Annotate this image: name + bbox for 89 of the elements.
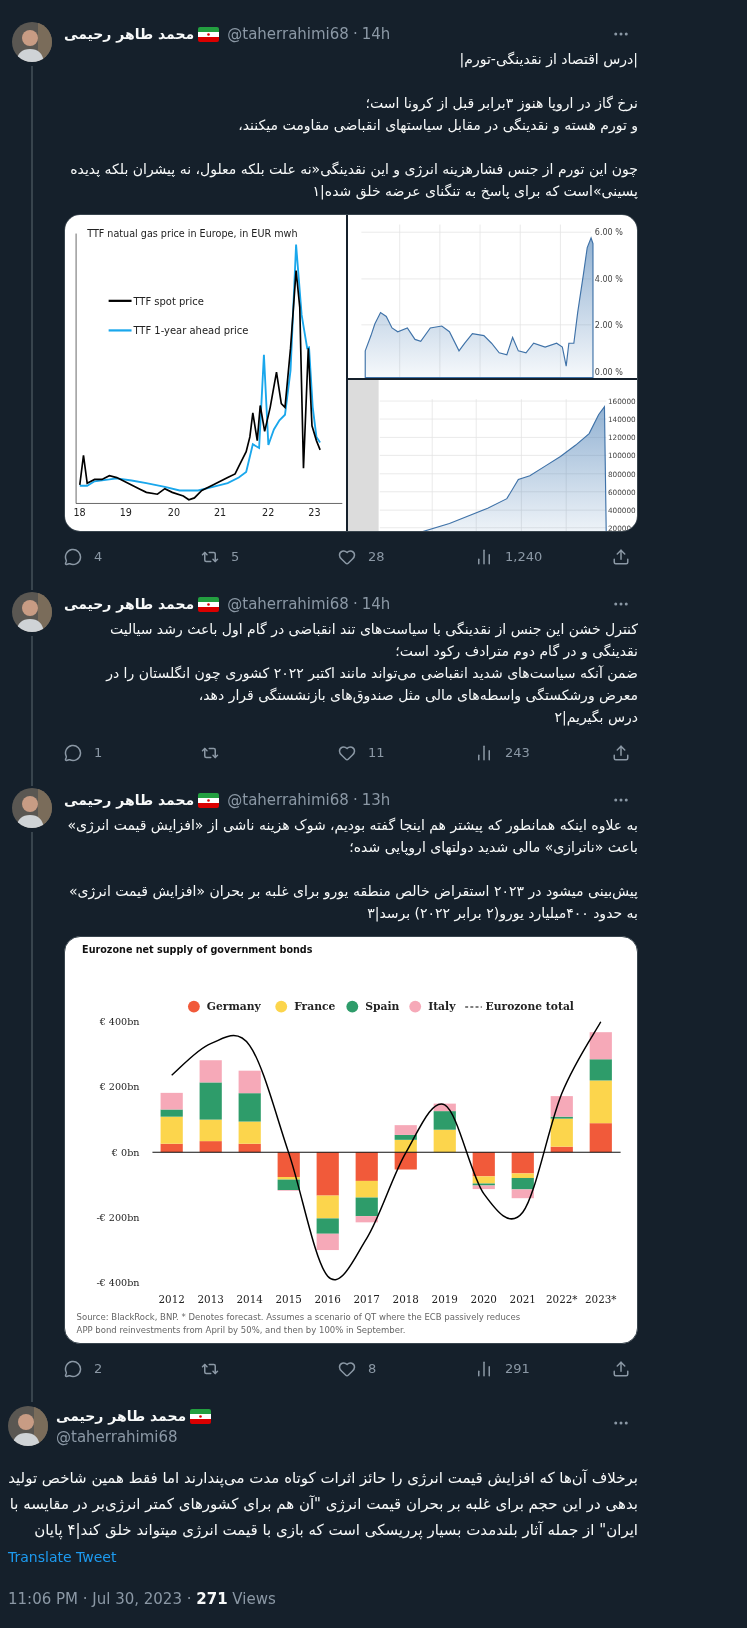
chart-title: Eurozone net supply of government bonds — [82, 943, 313, 955]
share-icon[interactable] — [612, 1360, 630, 1378]
source-note: Source: BlackRock, BNP. * Denotes forecast. Assumes a scenario of QT where the ECB passively reduces APP bond reinvestments from April by 50%, and then by 100% in September. — [76, 1312, 521, 1335]
views-icon[interactable] — [475, 744, 493, 762]
like-icon[interactable] — [338, 744, 356, 762]
tweet-time[interactable]: 13h — [361, 788, 391, 812]
legend-label: TTF 1-year ahead price — [133, 325, 249, 337]
bar — [511, 1189, 534, 1199]
legend-label: Germany — [206, 1000, 261, 1014]
flag-icon — [198, 792, 220, 808]
separator-dot: · — [352, 593, 358, 615]
like-icon[interactable] — [338, 548, 356, 566]
like-icon[interactable] — [338, 1360, 356, 1378]
author-name[interactable]: محمد طاهر رحیمی — [56, 1405, 187, 1427]
flag-icon — [190, 1408, 212, 1424]
legend-label: Italy — [428, 1000, 456, 1014]
separator-dot: · — [352, 789, 358, 811]
tweet-timestamp: 11:06 PM · Jul 30, 2023 · 271 Views — [8, 1588, 277, 1610]
author-handle[interactable]: @taherrahimi68 — [56, 1426, 212, 1449]
share-icon[interactable] — [612, 744, 630, 762]
legend-label: Eurozone total — [485, 1000, 574, 1014]
author-name[interactable]: محمد طاهر رحیمی — [64, 789, 195, 811]
axis-label: -€ 400bn — [96, 1277, 140, 1288]
bar — [238, 1093, 261, 1122]
legend-label: France — [294, 1000, 336, 1014]
views-icon[interactable] — [475, 1360, 493, 1378]
avatar[interactable] — [12, 22, 52, 62]
translate-link[interactable]: Translate Tweet — [8, 1546, 117, 1568]
axis-label: 2015 — [275, 1293, 302, 1306]
legend-label: TTF spot price — [133, 295, 204, 307]
author-name[interactable]: محمد طاهر رحیمی — [64, 23, 195, 45]
reply-icon[interactable] — [64, 1360, 82, 1378]
like-count: 11 — [368, 744, 385, 763]
axis-label: 2013 — [197, 1293, 224, 1306]
axis-label: € 200bn — [99, 1081, 140, 1093]
axis-label: 2014 — [236, 1293, 263, 1306]
view-count: 1,240 — [505, 548, 543, 567]
author-handle[interactable]: @taherrahimi68 — [227, 788, 349, 812]
view-count: 291 — [505, 1360, 530, 1379]
bar — [433, 1129, 456, 1153]
tweet-text: کنترل خشن این جنس از نقدینگی با سیاست‌های تند انقباضی در گام اول باعث رشد سیالیت نقدینگی و در گام دوم مترادف رکود است؛ ضمن آنکه سیاست‌های شدید انقباضی می‌تواند مانند اکتبر ۲۰۲۲ کشوری چون انگلستان را در معرض ورشکستگی واسطه‌های مالی مثل صندوق‌های بازنشستگی قرار دهد، درس بگیریم|۲ — [104, 620, 638, 728]
reply-icon[interactable] — [64, 548, 82, 566]
separator-dot: · — [352, 23, 358, 45]
axis-label: 2023* — [585, 1293, 617, 1306]
reply-count: 2 — [94, 1360, 103, 1379]
axis-label: 2012 — [158, 1293, 185, 1306]
axis-label: 2020 — [470, 1293, 497, 1306]
tweet-time[interactable]: 14h — [361, 592, 391, 616]
views-icon[interactable] — [475, 548, 493, 566]
axis-label: 2017 — [353, 1293, 380, 1306]
axis-label: -€ 200bn — [96, 1211, 140, 1223]
axis-label: 2016 — [314, 1293, 341, 1306]
axis-label: 2019 — [431, 1293, 458, 1306]
retweet-count: 5 — [231, 548, 240, 567]
axis-label: 2022* — [546, 1293, 578, 1306]
avatar[interactable] — [12, 592, 52, 632]
axis-label: 2021 — [509, 1293, 536, 1306]
axis-label: € 400bn — [99, 1016, 140, 1028]
bar — [238, 1070, 261, 1094]
tweet-text: به علاوه اینکه همانطور که پیشتر هم اینجا گفته بودیم، شوک هزینه ناشی از «افزایش قیمت انرژی» باعث «ناترازی» مالی شدید دولتهای اروپایی شده؛ پیش‌بینی میشود در ۲۰۲۳ استقراض خالص منطقه یورو برای غلبه بر بحران «افزایش قیمت انرژی» به حدود ۴۰۰میلیارد یورو(۲ برابر ۲۰۲۲) برسد|۳ — [66, 816, 638, 924]
reply-icon[interactable] — [64, 744, 82, 762]
tweet-time[interactable]: 14h — [361, 22, 391, 46]
axis-label: 22 — [262, 507, 275, 519]
avatar[interactable] — [12, 788, 52, 828]
share-icon[interactable] — [612, 548, 630, 566]
bar — [589, 1032, 612, 1060]
axis-label: 21 — [214, 507, 227, 519]
tweet-text: برخلاف آن‌ها که افزایش قیمت انرژی را حائز اثرات کوتاه مدت می‌پندارند اما فقط همین شاخص تولید بدهی در این حجم برای غلبه بر بحران قیمت انرژی "آن هم برای کشورهای کمتر انرژی‌بر در مقایسه با ایران" از جمله آثار بلندمدت بسیار پرریسکی است که بازی با قیمت انرژی میتواند خلق کند|۴ پایان — [8, 1467, 638, 1542]
flag-icon — [198, 26, 220, 42]
avatar[interactable] — [8, 1406, 48, 1446]
reply-count: 4 — [94, 548, 103, 567]
author-handle[interactable]: @taherrahimi68 — [227, 592, 349, 616]
chart-image[interactable] — [64, 936, 638, 1344]
view-count: 243 — [505, 744, 530, 763]
like-count: 8 — [368, 1360, 377, 1379]
author-name[interactable]: محمد طاهر رحیمی — [64, 593, 195, 615]
axis-label: 18 — [73, 507, 86, 519]
axis-label: € 0bn — [111, 1146, 140, 1158]
axis-label: 2018 — [392, 1293, 419, 1306]
flag-icon — [198, 596, 220, 612]
chart-title: TTF natual gas price in Europe, in EUR mwh — [87, 228, 298, 240]
author-handle[interactable]: @taherrahimi68 — [227, 22, 349, 46]
legend-label: Spain — [365, 1000, 400, 1014]
like-count: 28 — [368, 548, 385, 567]
axis-label: 23 — [308, 507, 321, 519]
tweet-text: |درس اقتصاد از نقدینگی-تورم| نرخ گاز در اروپا هنوز ۳برابر قبل از کرونا است؛ و تورم هسته و نقدینگی در مقابل سیاستهای انقباضی مقاومت میکنند، چون این تورم از جنس فشارهزینه انرژی و این نقدینگی«نه علت بلکه معلول، نه پیشران بلکه پدیده پسینی»است که برای پاسخ به تنگنای عرضه خلق شده|۱ — [69, 50, 638, 202]
reply-count: 1 — [94, 744, 103, 763]
axis-label: 19 — [119, 507, 132, 519]
axis-label: 20 — [167, 507, 180, 519]
